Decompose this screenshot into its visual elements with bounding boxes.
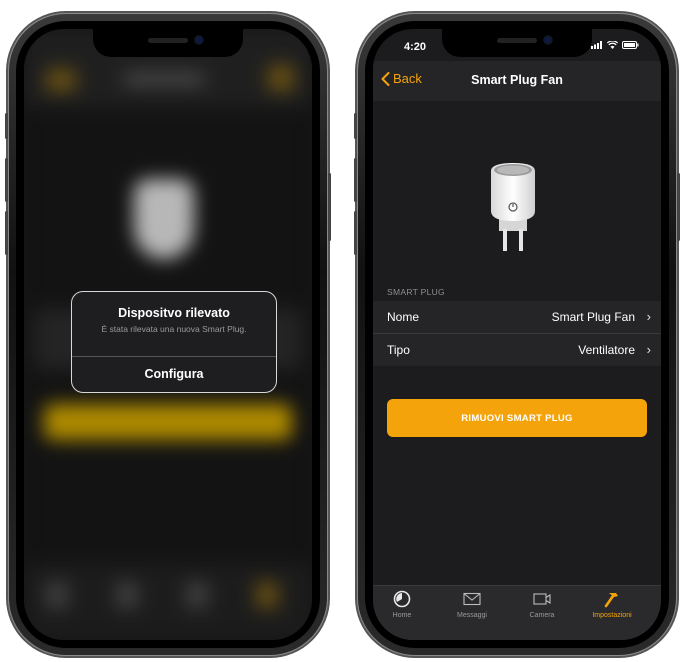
home-icon [393, 590, 411, 608]
chevron-right-icon: › [646, 309, 651, 324]
battery-icon [622, 41, 639, 49]
alert-title: Dispositvo rilevato [118, 306, 230, 320]
smart-plug-image [491, 163, 535, 251]
status-time: 4:20 [404, 41, 427, 53]
section-label: SMART PLUG [387, 287, 445, 297]
hammer-icon [604, 593, 618, 608]
signal-icon [591, 41, 602, 49]
volume-up-button [5, 158, 8, 202]
name-row[interactable]: Nome Smart Plug Fan › [373, 301, 661, 334]
tab-camera[interactable]: Camera [507, 590, 577, 619]
mail-icon [463, 592, 481, 606]
mute-switch [354, 113, 357, 139]
phone-right: 4:20 Back Smart Plug Fan SMART PLUG Nome… [354, 13, 680, 656]
volume-down-button [354, 211, 357, 255]
power-button [677, 173, 680, 241]
remove-smart-plug-button[interactable]: RIMUOVI SMART PLUG [387, 399, 647, 437]
tab-label: Impostazioni [592, 612, 632, 619]
tab-bar: Home Messaggi Camera Impostazioni [373, 585, 661, 640]
device-detected-alert: Dispositvo rilevato È stata rilevata una… [71, 291, 277, 393]
tab-messages[interactable]: Messaggi [437, 590, 507, 619]
tab-label: Camera [529, 612, 555, 619]
video-camera-icon [533, 593, 551, 605]
phone-bezel: Dispositvo rilevato È stata rilevata una… [16, 21, 320, 648]
phone-bezel: 4:20 Back Smart Plug Fan SMART PLUG Nome… [365, 21, 669, 648]
power-button [328, 173, 331, 241]
wifi-icon [607, 41, 618, 49]
row-label: Tipo [387, 343, 410, 357]
tab-label: Home [392, 612, 412, 619]
row-label: Nome [387, 310, 420, 324]
right-screen: 4:20 Back Smart Plug Fan SMART PLUG Nome… [373, 29, 661, 640]
left-screen: Dispositvo rilevato È stata rilevata una… [24, 29, 312, 640]
alert-message: È stata rilevata una nuova Smart Plug. [101, 324, 247, 334]
notch [93, 29, 243, 57]
configure-button[interactable]: Configura [72, 356, 276, 392]
row-value: Ventilatore [578, 343, 635, 357]
navigation-bar: Back Smart Plug Fan [373, 61, 661, 101]
volume-down-button [5, 211, 8, 255]
page-title: Smart Plug Fan [471, 73, 563, 87]
chevron-right-icon: › [646, 342, 651, 357]
settings-list: Nome Smart Plug Fan › Tipo Ventilatore › [373, 301, 661, 366]
volume-up-button [354, 158, 357, 202]
tab-settings[interactable]: Impostazioni [577, 590, 647, 619]
tab-label: Messaggi [457, 612, 487, 619]
tab-home[interactable]: Home [373, 590, 437, 619]
type-row[interactable]: Tipo Ventilatore › [373, 334, 661, 366]
notch [442, 29, 592, 57]
row-value: Smart Plug Fan [551, 310, 635, 324]
mute-switch [5, 113, 8, 139]
phone-left: Dispositvo rilevato È stata rilevata una… [5, 13, 331, 656]
